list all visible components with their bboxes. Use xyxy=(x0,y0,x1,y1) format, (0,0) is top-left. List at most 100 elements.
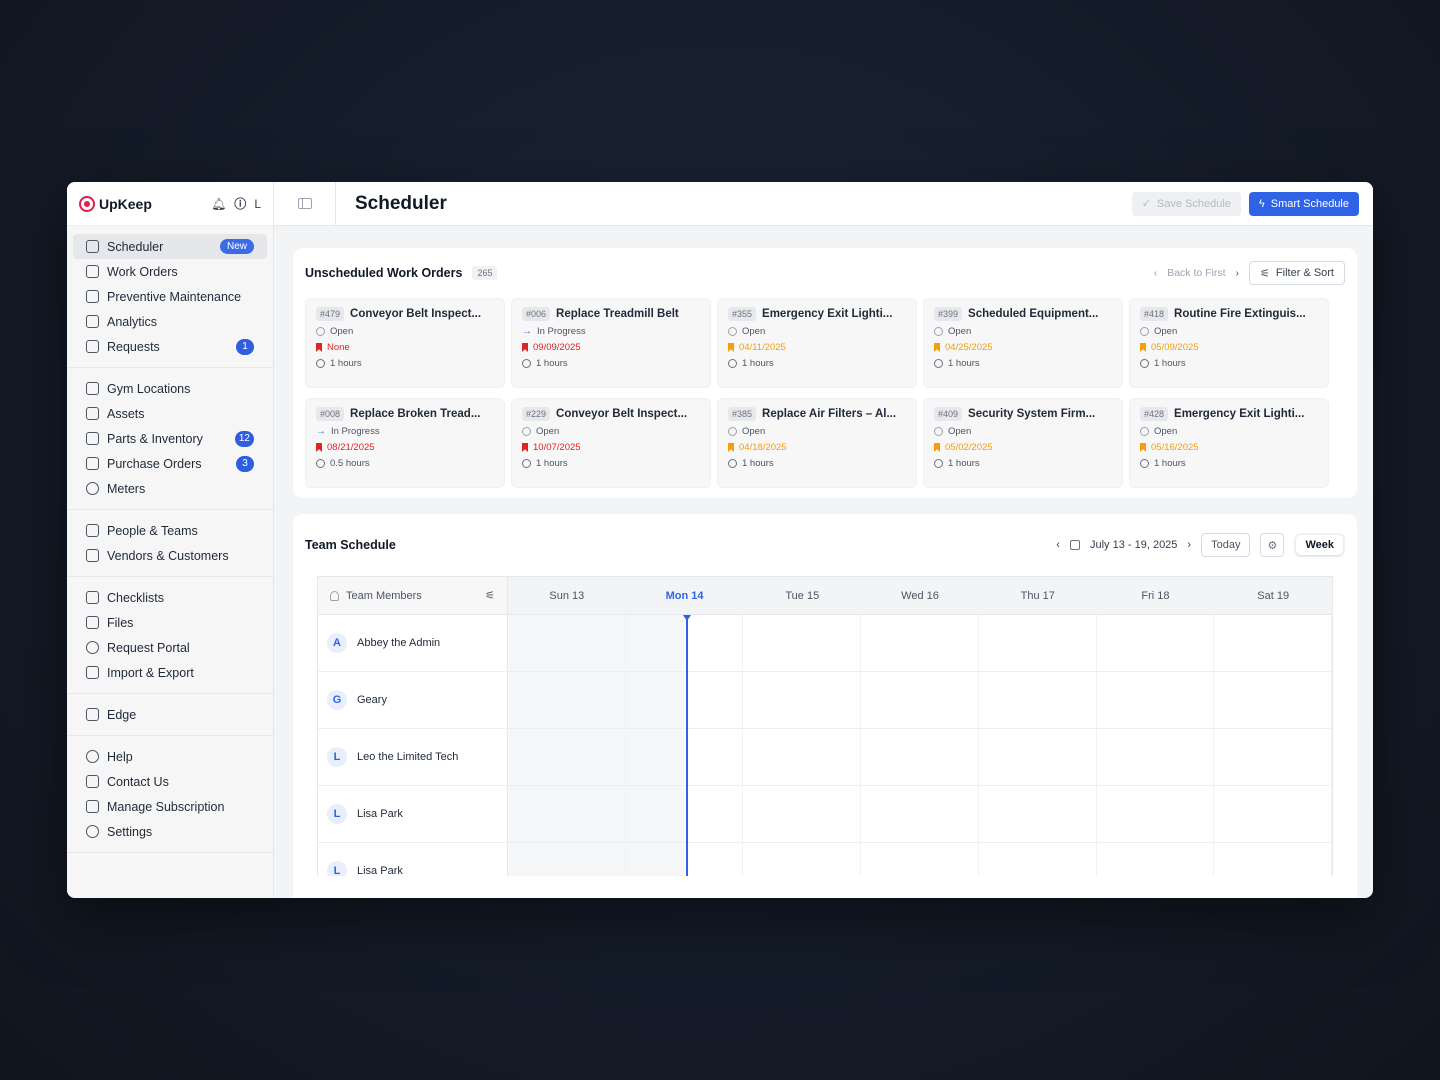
work-order-card[interactable]: #355 Emergency Exit Lighti... Open 04/11/20… xyxy=(717,298,917,388)
schedule-cell[interactable] xyxy=(1214,843,1332,876)
sidebar-item-parts-inventory[interactable]: Parts & Inventory 12 xyxy=(73,426,267,451)
work-order-hours: 1 hours xyxy=(948,358,980,369)
schedule-cell[interactable] xyxy=(508,729,626,785)
schedule-cell[interactable] xyxy=(743,615,862,671)
schedule-cell[interactable] xyxy=(1097,672,1215,728)
sidebar-item-people-teams[interactable]: People & Teams xyxy=(73,518,267,543)
sidebar-item-assets[interactable]: Assets xyxy=(73,401,267,426)
schedule-cell[interactable] xyxy=(743,843,862,876)
sidebar-item-import-export[interactable]: Import & Export xyxy=(73,660,267,685)
work-order-card[interactable]: #008 Replace Broken Tread... → In Progress 0… xyxy=(305,398,505,488)
sidebar-item-requests[interactable]: Requests 1 xyxy=(73,334,267,359)
schedule-cell[interactable] xyxy=(1214,729,1332,785)
sidebar-group5: Edge xyxy=(67,694,273,736)
schedule-cell[interactable] xyxy=(1214,672,1332,728)
sidebar-item-meters[interactable]: Meters xyxy=(73,476,267,501)
schedule-cell[interactable] xyxy=(508,786,626,842)
work-order-card[interactable]: #418 Routine Fire Extinguis... Open 05/09/2… xyxy=(1129,298,1329,388)
schedule-cell[interactable] xyxy=(1097,786,1215,842)
schedule-cell[interactable] xyxy=(861,615,979,671)
sidebar-item-contact-us[interactable]: Contact Us xyxy=(73,769,267,794)
avatar: L xyxy=(327,861,347,876)
today-button[interactable]: Today xyxy=(1201,533,1251,557)
work-order-card[interactable]: #399 Scheduled Equipment... Open 04/25/2025… xyxy=(923,298,1123,388)
smart-schedule-button[interactable]: ϟ Smart Schedule xyxy=(1248,191,1359,216)
chevron-left-icon[interactable]: ‹ xyxy=(1154,267,1158,279)
schedule-cell[interactable] xyxy=(625,729,744,785)
work-order-card[interactable]: #409 Security System Firm... Open 05/02/202… xyxy=(923,398,1123,488)
filter-sort-button[interactable]: ⚟ Filter & Sort xyxy=(1249,261,1345,285)
schedule-cell[interactable] xyxy=(979,729,1097,785)
team-member[interactable]: A Abbey the Admin xyxy=(318,615,508,671)
lightning-icon: ϟ xyxy=(1258,197,1265,210)
schedule-cell[interactable] xyxy=(1097,729,1215,785)
upkeep-logo[interactable]: UpKeep xyxy=(79,195,152,212)
sidebar-item-label: Scheduler xyxy=(107,239,164,254)
sidebar-item-settings[interactable]: Settings xyxy=(73,819,267,844)
sidebar-item-gym-locations[interactable]: Gym Locations xyxy=(73,376,267,401)
date-range[interactable]: July 13 - 19, 2025 xyxy=(1090,539,1177,551)
sidebar-item-work-orders[interactable]: Work Orders xyxy=(73,259,267,284)
team-member[interactable]: G Geary xyxy=(318,672,508,728)
sidebar-item-label: Help xyxy=(107,749,133,764)
back-to-first-link[interactable]: Back to First xyxy=(1167,267,1225,279)
work-order-due: 05/16/2025 xyxy=(1151,442,1199,453)
schedule-cell[interactable] xyxy=(979,672,1097,728)
sidebar-item-edge[interactable]: Edge xyxy=(73,702,267,727)
schedule-cell[interactable] xyxy=(625,843,744,876)
schedule-cell[interactable] xyxy=(979,843,1097,876)
sidebar-item-analytics[interactable]: Analytics xyxy=(73,309,267,334)
work-order-card[interactable]: #006 Replace Treadmill Belt → In Progress 09… xyxy=(511,298,711,388)
sidebar: UpKeep 🔔︎ ⓘ L Scheduler New Work Orders Pre… xyxy=(67,182,274,898)
schedule-cell[interactable] xyxy=(625,615,744,671)
schedule-cell[interactable] xyxy=(1214,786,1332,842)
schedule-cell[interactable] xyxy=(1097,615,1215,671)
sidebar-item-manage-subscription[interactable]: Manage Subscription xyxy=(73,794,267,819)
schedule-cell[interactable] xyxy=(625,786,744,842)
work-order-card[interactable]: #229 Conveyor Belt Inspect... Open 10/07/20… xyxy=(511,398,711,488)
schedule-cell[interactable] xyxy=(743,786,862,842)
team-member[interactable]: L Lisa Park xyxy=(318,786,508,842)
sidebar-item-preventive-maintenance[interactable]: Preventive Maintenance xyxy=(73,284,267,309)
sidebar-item-scheduler[interactable]: Scheduler New xyxy=(73,234,267,259)
save-schedule-button[interactable]: ✓ Save Schedule xyxy=(1131,191,1241,216)
sidebar-item-checklists[interactable]: Checklists xyxy=(73,585,267,610)
work-order-card[interactable]: #385 Replace Air Filters – Al... Open 04/18… xyxy=(717,398,917,488)
sidebar-item-files[interactable]: Files xyxy=(73,610,267,635)
schedule-cell[interactable] xyxy=(1214,615,1332,671)
schedule-cell[interactable] xyxy=(508,843,626,876)
view-toggle[interactable]: Week xyxy=(1294,533,1345,557)
sliders-icon[interactable]: ⚟ xyxy=(485,589,495,602)
bell-icon[interactable]: 🔔︎ xyxy=(211,197,226,211)
schedule-cell[interactable] xyxy=(508,615,626,671)
gear-icon[interactable]: ⚙ xyxy=(1260,533,1285,557)
schedule-cell[interactable] xyxy=(743,729,862,785)
schedule-cell[interactable] xyxy=(861,843,979,876)
info-icon[interactable]: ⓘ xyxy=(234,195,246,212)
schedule-cell[interactable] xyxy=(1097,843,1215,876)
team-member[interactable]: L Leo the Limited Tech xyxy=(318,729,508,785)
sidebar-item-purchase-orders[interactable]: Purchase Orders 3 xyxy=(73,451,267,476)
schedule-cell[interactable] xyxy=(743,672,862,728)
work-order-card[interactable]: #428 Emergency Exit Lighti... Open 05/16/20… xyxy=(1129,398,1329,488)
prev-week-icon[interactable]: ‹ xyxy=(1056,539,1060,551)
sidebar-toggle-button[interactable] xyxy=(274,182,336,226)
schedule-cell[interactable] xyxy=(625,672,744,728)
schedule-cell[interactable] xyxy=(508,672,626,728)
schedule-cell[interactable] xyxy=(861,786,979,842)
chevron-right-icon[interactable]: › xyxy=(1236,267,1240,279)
schedule-cell[interactable] xyxy=(979,615,1097,671)
work-order-id: #006 xyxy=(522,307,551,321)
next-week-icon[interactable]: › xyxy=(1187,539,1191,551)
schedule-row: L Leo the Limited Tech xyxy=(318,729,1332,786)
schedule-cell[interactable] xyxy=(979,786,1097,842)
schedule-cell[interactable] xyxy=(861,729,979,785)
team-member[interactable]: L Lisa Park xyxy=(318,843,508,876)
sidebar-item-vendors-customers[interactable]: Vendors & Customers xyxy=(73,543,267,568)
user-avatar[interactable]: L xyxy=(254,197,261,211)
sidebar-item-request-portal[interactable]: Request Portal xyxy=(73,635,267,660)
sidebar-item-help[interactable]: Help xyxy=(73,744,267,769)
week-view-option[interactable]: Week xyxy=(1296,535,1343,555)
work-order-card[interactable]: #479 Conveyor Belt Inspect... Open None 1 ho… xyxy=(305,298,505,388)
schedule-cell[interactable] xyxy=(861,672,979,728)
